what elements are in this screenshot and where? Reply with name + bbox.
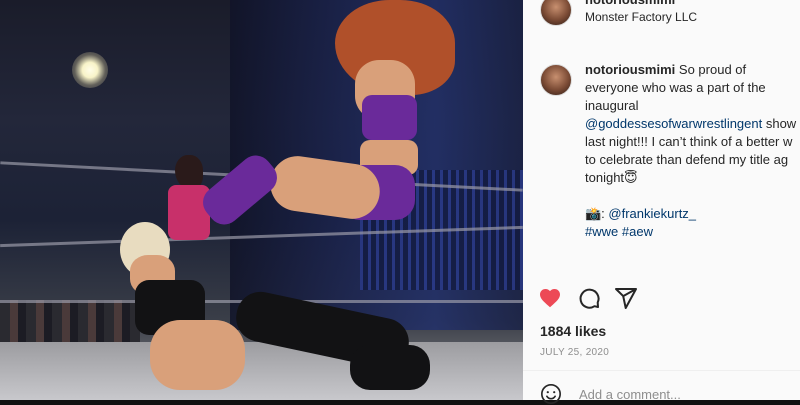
post-photo[interactable] bbox=[0, 0, 523, 400]
likes-count[interactable]: 1884 likes bbox=[540, 323, 606, 339]
caption-text: last night!!! I can’t think of a better … bbox=[585, 134, 793, 149]
hashtag-link[interactable]: #wwe bbox=[585, 224, 618, 239]
camera-emoji: 📸: bbox=[585, 206, 609, 221]
caption-username[interactable]: notoriousmimi bbox=[585, 62, 675, 77]
caption-mention-link[interactable]: @goddessesofwarwrestlingent bbox=[585, 116, 762, 131]
spotlight bbox=[72, 52, 108, 88]
post-date: JULY 25, 2020 bbox=[540, 347, 610, 358]
caption-text: everyone who was a part of the bbox=[585, 80, 766, 95]
photo-credit-link[interactable]: @frankiekurtz_ bbox=[608, 206, 696, 221]
heart-filled-icon[interactable] bbox=[538, 286, 562, 310]
comment-icon[interactable] bbox=[577, 286, 601, 310]
post-location[interactable]: Monster Factory LLC bbox=[585, 10, 697, 24]
share-icon[interactable] bbox=[614, 286, 638, 310]
wrestler-boot bbox=[350, 345, 430, 390]
caption-text: tonight😇 bbox=[585, 170, 638, 185]
divider bbox=[523, 370, 800, 371]
emoji-icon[interactable] bbox=[540, 383, 562, 405]
post-author-username[interactable]: notoriousmimi bbox=[585, 0, 675, 7]
referee-figure bbox=[175, 155, 203, 189]
post-caption: notoriousmimi So proud of everyone who w… bbox=[585, 61, 800, 241]
ring-mat bbox=[0, 342, 523, 400]
caption-text: to celebrate than defend my title ag bbox=[585, 152, 789, 167]
wrestler-body bbox=[150, 320, 245, 390]
caption-text: show bbox=[762, 116, 797, 131]
add-comment-input[interactable] bbox=[577, 386, 781, 403]
wrestler-top bbox=[362, 95, 417, 140]
referee-figure bbox=[168, 185, 210, 240]
caption-text: So proud of bbox=[678, 62, 747, 77]
caption-text: inaugural bbox=[585, 98, 639, 113]
hashtag-link[interactable]: #aew bbox=[622, 224, 653, 239]
caption-avatar[interactable] bbox=[540, 64, 572, 96]
crowd bbox=[0, 300, 140, 345]
